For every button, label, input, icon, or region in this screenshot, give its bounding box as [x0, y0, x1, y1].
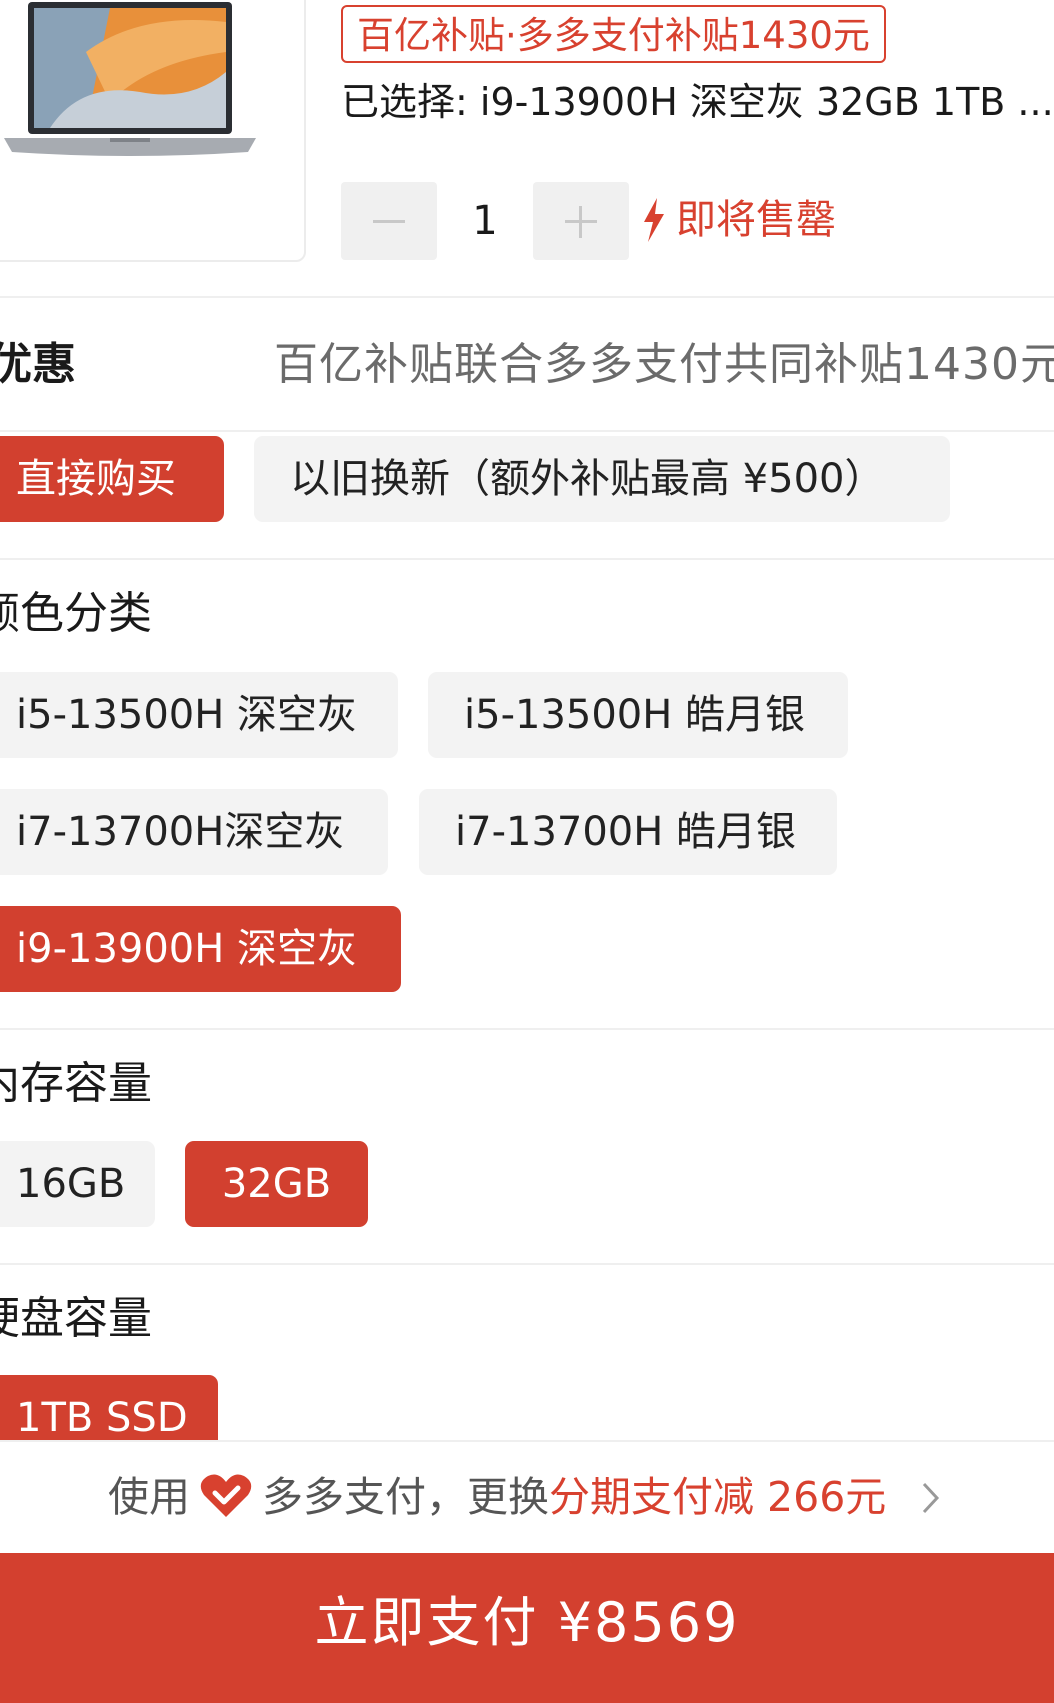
color-option[interactable]: i5-13500H 深空灰 — [0, 672, 398, 758]
quantity-decrease-button[interactable] — [341, 182, 437, 260]
duoduo-pay-heart-icon — [200, 1474, 252, 1517]
chevron-right-icon[interactable] — [920, 1480, 942, 1516]
pay-now-button[interactable]: 立即支付 ¥8569 — [0, 1553, 1054, 1703]
quantity-increase-button[interactable] — [533, 182, 629, 260]
purchase-mode-direct[interactable]: 直接购买 — [0, 436, 224, 522]
payment-hint-brand: 多多支付，更换 — [262, 1473, 549, 1521]
divider — [0, 1028, 1054, 1030]
promo-label: 优惠 — [0, 339, 76, 390]
divider — [0, 430, 1054, 432]
divider — [0, 558, 1054, 560]
stock-status: 即将售罄 — [676, 197, 836, 243]
product-image-card[interactable] — [0, 0, 306, 262]
divider — [0, 1263, 1054, 1265]
promo-value: 百亿补贴联合多多支付共同补贴1430元 — [274, 339, 1054, 390]
laptop-product-image — [4, 2, 256, 156]
color-option-selected[interactable]: i9-13900H 深空灰 — [0, 906, 401, 992]
color-section-title: 颜色分类 — [0, 588, 152, 639]
installment-discount-text: 分期支付减 266元 — [549, 1473, 887, 1521]
lightning-icon — [644, 198, 664, 242]
color-option[interactable]: i7-13700H 皓月银 — [419, 789, 837, 875]
payment-hint-prefix: 使用 — [108, 1473, 190, 1521]
payment-hint[interactable]: 使用 多多支付，更换分期支付减 266元 — [108, 1467, 886, 1527]
storage-section-title: 硬盘容量 — [0, 1293, 152, 1344]
memory-option-selected[interactable]: 32GB — [185, 1141, 368, 1227]
divider — [0, 296, 1054, 298]
memory-option[interactable]: 16GB — [0, 1141, 155, 1227]
memory-section-title: 内存容量 — [0, 1058, 152, 1109]
quantity-value[interactable]: 1 — [437, 182, 533, 260]
selected-spec-summary: 已选择: i9-13900H 深空灰 32GB 1TB ... — [341, 80, 1051, 124]
purchase-mode-trade-in[interactable]: 以旧换新（额外补贴最高 ¥500） — [254, 436, 950, 522]
color-option[interactable]: i5-13500H 皓月银 — [428, 672, 848, 758]
color-option[interactable]: i7-13700H深空灰 — [0, 789, 388, 875]
subsidy-tag: 百亿补贴·多多支付补贴1430元 — [341, 5, 886, 63]
divider — [0, 1440, 1054, 1442]
